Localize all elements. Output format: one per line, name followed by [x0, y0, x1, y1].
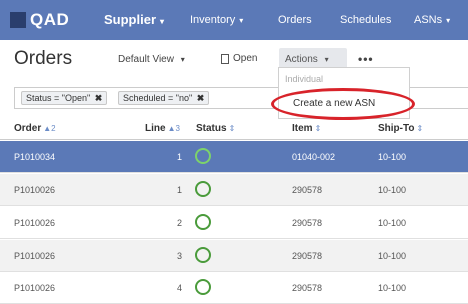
nav-inventory[interactable]: Inventory ▾: [190, 14, 243, 26]
chevron-down-icon: ▾: [446, 16, 451, 25]
line-cell: 4: [177, 283, 183, 293]
column-label: Line: [145, 123, 166, 134]
item-cell: 290578: [292, 251, 323, 261]
ship-to-cell: 10-100: [378, 152, 407, 162]
column-header-ship-to[interactable]: Ship-To ⇕: [378, 123, 423, 134]
nav-orders-label: Orders: [278, 14, 312, 26]
order-cell: P1010026: [14, 185, 56, 195]
close-icon[interactable]: ✖: [95, 93, 103, 103]
nav-orders[interactable]: Orders: [278, 14, 312, 26]
highlight-annotation: [271, 88, 415, 120]
open-label: Open: [233, 53, 258, 64]
open-button[interactable]: Open: [221, 53, 257, 64]
order-cell: P1010026: [14, 218, 56, 228]
line-cell: 1: [177, 152, 183, 162]
nav-schedules-label: Schedules: [340, 14, 392, 26]
table-row[interactable]: P1010026 4 290578 10-100: [0, 272, 468, 304]
sort-ascending-icon: ▲3: [167, 124, 180, 133]
chevron-down-icon: ▾: [239, 16, 244, 25]
order-cell: P1010026: [14, 251, 56, 261]
table-header: Order ▲2 Line ▲3 Status ⇕ Item ⇕ Ship-To ⇕: [0, 118, 468, 140]
nav-inventory-label: Inventory: [190, 14, 236, 26]
table-row[interactable]: P1010026 1 290578 10-100: [0, 174, 468, 206]
logo-text: QAD: [30, 10, 70, 29]
filter-chip-status[interactable]: Status = "Open" ✖: [21, 91, 108, 105]
column-header-status[interactable]: Status ⇕: [196, 123, 235, 134]
default-view-dropdown[interactable]: Default View ▾: [118, 54, 185, 65]
page-title: Orders: [14, 48, 73, 69]
table-row[interactable]: P1010034 1 01040-002 10-100: [0, 141, 468, 173]
actions-label: Actions: [285, 54, 318, 65]
sort-icon: ⇕: [314, 124, 322, 133]
sort-icon: ⇕: [228, 124, 236, 133]
column-label: Item: [292, 123, 313, 134]
line-cell: 1: [177, 185, 183, 195]
nav-asns-label: ASNs: [414, 14, 443, 26]
nav-supplier[interactable]: Supplier ▾: [104, 12, 164, 27]
item-cell: 01040-002: [292, 152, 336, 162]
filter-chip-scheduled[interactable]: Scheduled = "no" ✖: [118, 91, 210, 105]
document-icon: [221, 53, 229, 64]
ship-to-cell: 10-100: [378, 218, 407, 228]
filter-chip-label: Scheduled = "no": [123, 93, 193, 103]
qad-logo-mark: [10, 12, 26, 28]
status-open-icon: [195, 148, 211, 164]
item-cell: 290578: [292, 185, 323, 195]
qad-logo[interactable]: QAD: [10, 10, 69, 30]
status-open-icon: [195, 214, 211, 230]
column-label: Ship-To: [378, 123, 415, 134]
more-options-button[interactable]: •••: [358, 52, 374, 66]
line-cell: 2: [177, 218, 183, 228]
status-open-icon: [195, 181, 211, 197]
line-cell: 3: [177, 251, 183, 261]
item-cell: 290578: [292, 283, 323, 293]
nav-schedules[interactable]: Schedules: [340, 14, 391, 26]
sort-ascending-icon: ▲2: [43, 124, 56, 133]
order-cell: P1010034: [14, 152, 56, 162]
top-nav-bar: QAD Supplier ▾ Inventory ▾ Orders Schedule…: [0, 0, 468, 40]
ship-to-cell: 10-100: [378, 283, 407, 293]
filter-chip-label: Status = "Open": [26, 93, 91, 103]
ship-to-cell: 10-100: [378, 185, 407, 195]
sort-icon: ⇕: [416, 124, 424, 133]
chevron-down-icon: ▾: [160, 17, 165, 26]
column-header-line[interactable]: Line ▲3: [145, 123, 180, 134]
column-label: Status: [196, 123, 227, 134]
status-open-icon: [195, 247, 211, 263]
menu-group-label: Individual: [285, 74, 324, 84]
nav-asns[interactable]: ASNs ▾: [414, 14, 450, 26]
nav-supplier-label: Supplier: [104, 12, 157, 27]
status-open-icon: [195, 279, 211, 295]
column-label: Order: [14, 123, 42, 134]
close-icon[interactable]: ✖: [197, 93, 205, 103]
view-label: Default View: [118, 54, 174, 65]
table-row[interactable]: P1010026 2 290578 10-100: [0, 207, 468, 239]
table-row[interactable]: P1010026 3 290578 10-100: [0, 240, 468, 272]
column-header-item[interactable]: Item ⇕: [292, 123, 321, 134]
ship-to-cell: 10-100: [378, 251, 407, 261]
chevron-down-icon: ▾: [324, 55, 329, 64]
item-cell: 290578: [292, 218, 323, 228]
order-cell: P1010026: [14, 283, 56, 293]
column-header-order[interactable]: Order ▲2: [14, 123, 56, 134]
chevron-down-icon: ▾: [180, 55, 185, 64]
